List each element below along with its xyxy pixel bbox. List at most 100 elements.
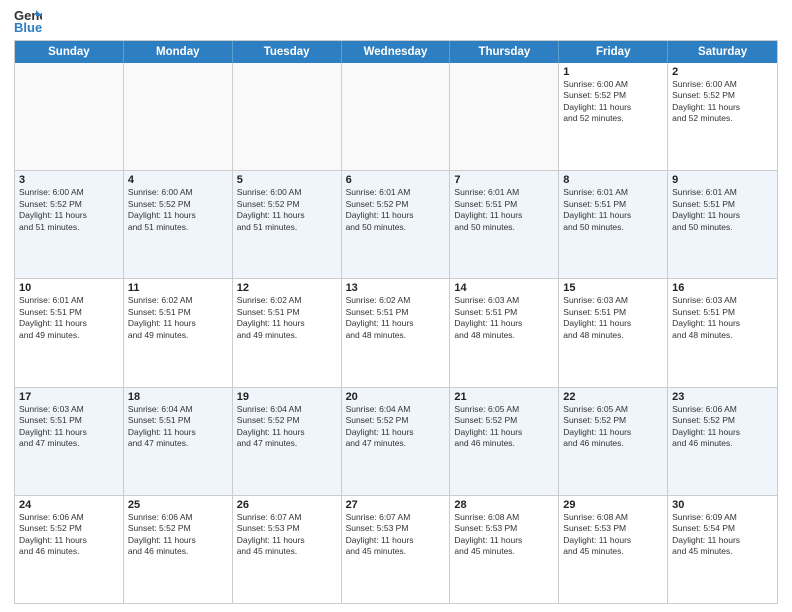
calendar-cell	[233, 63, 342, 170]
calendar-cell: 30Sunrise: 6:09 AM Sunset: 5:54 PM Dayli…	[668, 496, 777, 603]
calendar-cell: 16Sunrise: 6:03 AM Sunset: 5:51 PM Dayli…	[668, 279, 777, 386]
day-info: Sunrise: 6:08 AM Sunset: 5:53 PM Dayligh…	[563, 512, 663, 558]
day-info: Sunrise: 6:05 AM Sunset: 5:52 PM Dayligh…	[563, 404, 663, 450]
day-info: Sunrise: 6:04 AM Sunset: 5:52 PM Dayligh…	[237, 404, 337, 450]
calendar-row-1: 1Sunrise: 6:00 AM Sunset: 5:52 PM Daylig…	[15, 63, 777, 170]
day-info: Sunrise: 6:06 AM Sunset: 5:52 PM Dayligh…	[672, 404, 773, 450]
calendar-cell: 26Sunrise: 6:07 AM Sunset: 5:53 PM Dayli…	[233, 496, 342, 603]
day-number: 21	[454, 391, 554, 403]
calendar-cell: 23Sunrise: 6:06 AM Sunset: 5:52 PM Dayli…	[668, 388, 777, 495]
day-number: 20	[346, 391, 446, 403]
day-info: Sunrise: 6:03 AM Sunset: 5:51 PM Dayligh…	[563, 295, 663, 341]
day-number: 16	[672, 282, 773, 294]
day-info: Sunrise: 6:01 AM Sunset: 5:51 PM Dayligh…	[563, 187, 663, 233]
calendar-cell: 5Sunrise: 6:00 AM Sunset: 5:52 PM Daylig…	[233, 171, 342, 278]
calendar-cell: 6Sunrise: 6:01 AM Sunset: 5:52 PM Daylig…	[342, 171, 451, 278]
weekday-header-saturday: Saturday	[668, 41, 777, 63]
day-info: Sunrise: 6:03 AM Sunset: 5:51 PM Dayligh…	[672, 295, 773, 341]
day-number: 28	[454, 499, 554, 511]
day-info: Sunrise: 6:02 AM Sunset: 5:51 PM Dayligh…	[237, 295, 337, 341]
calendar-cell: 13Sunrise: 6:02 AM Sunset: 5:51 PM Dayli…	[342, 279, 451, 386]
calendar-row-2: 3Sunrise: 6:00 AM Sunset: 5:52 PM Daylig…	[15, 170, 777, 278]
day-info: Sunrise: 6:06 AM Sunset: 5:52 PM Dayligh…	[128, 512, 228, 558]
weekday-header-tuesday: Tuesday	[233, 41, 342, 63]
day-number: 2	[672, 66, 773, 78]
calendar-cell: 7Sunrise: 6:01 AM Sunset: 5:51 PM Daylig…	[450, 171, 559, 278]
calendar-cell: 29Sunrise: 6:08 AM Sunset: 5:53 PM Dayli…	[559, 496, 668, 603]
calendar-row-5: 24Sunrise: 6:06 AM Sunset: 5:52 PM Dayli…	[15, 495, 777, 603]
day-number: 27	[346, 499, 446, 511]
day-info: Sunrise: 6:02 AM Sunset: 5:51 PM Dayligh…	[128, 295, 228, 341]
day-number: 25	[128, 499, 228, 511]
day-info: Sunrise: 6:01 AM Sunset: 5:52 PM Dayligh…	[346, 187, 446, 233]
day-number: 13	[346, 282, 446, 294]
day-info: Sunrise: 6:03 AM Sunset: 5:51 PM Dayligh…	[454, 295, 554, 341]
day-number: 23	[672, 391, 773, 403]
calendar-cell: 21Sunrise: 6:05 AM Sunset: 5:52 PM Dayli…	[450, 388, 559, 495]
calendar-cell: 28Sunrise: 6:08 AM Sunset: 5:53 PM Dayli…	[450, 496, 559, 603]
header: General Blue	[14, 10, 778, 34]
day-info: Sunrise: 6:00 AM Sunset: 5:52 PM Dayligh…	[237, 187, 337, 233]
day-number: 30	[672, 499, 773, 511]
day-number: 19	[237, 391, 337, 403]
calendar-cell: 27Sunrise: 6:07 AM Sunset: 5:53 PM Dayli…	[342, 496, 451, 603]
page: General Blue SundayMondayTuesdayWednesda…	[0, 0, 792, 612]
weekday-header-sunday: Sunday	[15, 41, 124, 63]
day-number: 26	[237, 499, 337, 511]
day-number: 15	[563, 282, 663, 294]
calendar-cell: 15Sunrise: 6:03 AM Sunset: 5:51 PM Dayli…	[559, 279, 668, 386]
calendar-row-3: 10Sunrise: 6:01 AM Sunset: 5:51 PM Dayli…	[15, 278, 777, 386]
weekday-header-friday: Friday	[559, 41, 668, 63]
calendar-cell	[15, 63, 124, 170]
weekday-header-thursday: Thursday	[450, 41, 559, 63]
day-number: 18	[128, 391, 228, 403]
day-info: Sunrise: 6:00 AM Sunset: 5:52 PM Dayligh…	[672, 79, 773, 125]
day-number: 7	[454, 174, 554, 186]
calendar: SundayMondayTuesdayWednesdayThursdayFrid…	[14, 40, 778, 604]
calendar-cell: 24Sunrise: 6:06 AM Sunset: 5:52 PM Dayli…	[15, 496, 124, 603]
day-info: Sunrise: 6:03 AM Sunset: 5:51 PM Dayligh…	[19, 404, 119, 450]
calendar-cell: 3Sunrise: 6:00 AM Sunset: 5:52 PM Daylig…	[15, 171, 124, 278]
day-info: Sunrise: 6:01 AM Sunset: 5:51 PM Dayligh…	[19, 295, 119, 341]
day-number: 9	[672, 174, 773, 186]
day-info: Sunrise: 6:07 AM Sunset: 5:53 PM Dayligh…	[346, 512, 446, 558]
calendar-cell: 2Sunrise: 6:00 AM Sunset: 5:52 PM Daylig…	[668, 63, 777, 170]
day-info: Sunrise: 6:01 AM Sunset: 5:51 PM Dayligh…	[672, 187, 773, 233]
calendar-cell: 11Sunrise: 6:02 AM Sunset: 5:51 PM Dayli…	[124, 279, 233, 386]
day-number: 4	[128, 174, 228, 186]
day-number: 6	[346, 174, 446, 186]
calendar-cell: 14Sunrise: 6:03 AM Sunset: 5:51 PM Dayli…	[450, 279, 559, 386]
logo: General Blue	[14, 10, 46, 34]
day-number: 14	[454, 282, 554, 294]
calendar-cell: 18Sunrise: 6:04 AM Sunset: 5:51 PM Dayli…	[124, 388, 233, 495]
day-info: Sunrise: 6:07 AM Sunset: 5:53 PM Dayligh…	[237, 512, 337, 558]
calendar-cell	[124, 63, 233, 170]
day-number: 11	[128, 282, 228, 294]
calendar-cell: 22Sunrise: 6:05 AM Sunset: 5:52 PM Dayli…	[559, 388, 668, 495]
day-info: Sunrise: 6:05 AM Sunset: 5:52 PM Dayligh…	[454, 404, 554, 450]
calendar-cell: 4Sunrise: 6:00 AM Sunset: 5:52 PM Daylig…	[124, 171, 233, 278]
day-info: Sunrise: 6:08 AM Sunset: 5:53 PM Dayligh…	[454, 512, 554, 558]
day-info: Sunrise: 6:00 AM Sunset: 5:52 PM Dayligh…	[19, 187, 119, 233]
day-number: 22	[563, 391, 663, 403]
day-info: Sunrise: 6:02 AM Sunset: 5:51 PM Dayligh…	[346, 295, 446, 341]
calendar-cell: 8Sunrise: 6:01 AM Sunset: 5:51 PM Daylig…	[559, 171, 668, 278]
calendar-cell: 12Sunrise: 6:02 AM Sunset: 5:51 PM Dayli…	[233, 279, 342, 386]
calendar-cell: 17Sunrise: 6:03 AM Sunset: 5:51 PM Dayli…	[15, 388, 124, 495]
day-number: 5	[237, 174, 337, 186]
day-number: 24	[19, 499, 119, 511]
calendar-cell: 19Sunrise: 6:04 AM Sunset: 5:52 PM Dayli…	[233, 388, 342, 495]
calendar-row-4: 17Sunrise: 6:03 AM Sunset: 5:51 PM Dayli…	[15, 387, 777, 495]
day-info: Sunrise: 6:06 AM Sunset: 5:52 PM Dayligh…	[19, 512, 119, 558]
day-info: Sunrise: 6:00 AM Sunset: 5:52 PM Dayligh…	[128, 187, 228, 233]
calendar-cell: 20Sunrise: 6:04 AM Sunset: 5:52 PM Dayli…	[342, 388, 451, 495]
logo-icon: General Blue	[14, 6, 42, 34]
calendar-cell: 10Sunrise: 6:01 AM Sunset: 5:51 PM Dayli…	[15, 279, 124, 386]
calendar-cell: 9Sunrise: 6:01 AM Sunset: 5:51 PM Daylig…	[668, 171, 777, 278]
day-info: Sunrise: 6:04 AM Sunset: 5:51 PM Dayligh…	[128, 404, 228, 450]
day-number: 1	[563, 66, 663, 78]
day-number: 8	[563, 174, 663, 186]
day-info: Sunrise: 6:00 AM Sunset: 5:52 PM Dayligh…	[563, 79, 663, 125]
calendar-cell	[450, 63, 559, 170]
day-number: 12	[237, 282, 337, 294]
